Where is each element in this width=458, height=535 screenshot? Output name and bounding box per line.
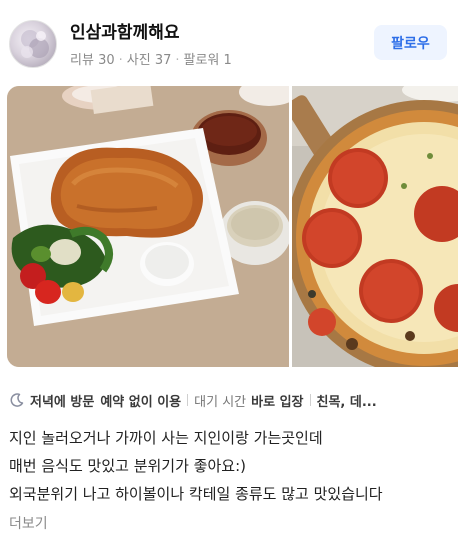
- review-line: 매번 음식도 맛있고 분위기가 좋아요:): [9, 457, 246, 475]
- food-photo-pork-cutlet[interactable]: [7, 86, 289, 367]
- tag-divider: [187, 394, 189, 406]
- follower-count-label: 팔로워: [183, 53, 220, 68]
- avatar[interactable]: [9, 20, 57, 68]
- photo-count: 37: [154, 53, 172, 68]
- reviewer-name[interactable]: 인삼과함께해요: [70, 18, 179, 43]
- tag-divider: [309, 394, 311, 406]
- visit-time-tag: 저녁에 방문: [30, 394, 95, 410]
- reservation-tag: 예약 없이 이용: [100, 394, 182, 410]
- review-line: 외국분위기 나고 하이볼이나 칵테일 종류도 많고 맛있습니다: [9, 485, 383, 503]
- reviewer-stats: 리뷰 30 · 사진 37 · 팔로워 1: [70, 49, 232, 68]
- review-line: 지인 놀러오거나 가까이 사는 지인이랑 가는곳인데: [9, 429, 323, 447]
- moon-icon: [9, 392, 25, 408]
- photo-gallery: [7, 86, 458, 367]
- review-count: 30: [98, 53, 115, 68]
- purpose-tag: 친목, 데...: [316, 394, 377, 410]
- follower-count: 1: [223, 53, 232, 68]
- review-text: 지인 놀러오거나 가까이 사는 지인이랑 가는곳인데 매번 음식도 맛있고 분위…: [9, 424, 454, 508]
- food-photo-pepperoni-pizza[interactable]: [292, 86, 458, 367]
- wait-time-value: 바로 입장: [251, 394, 304, 410]
- follow-button[interactable]: 팔로우: [374, 25, 447, 60]
- review-count-label: 리뷰: [70, 53, 94, 68]
- visit-info-tags: 저녁에 방문 예약 없이 이용 대기 시간 바로 입장 친목, 데...: [9, 389, 458, 411]
- stat-separator: ·: [175, 53, 180, 68]
- stat-separator: ·: [118, 53, 123, 68]
- wait-time-label: 대기 시간: [194, 394, 247, 410]
- review-header: 인삼과함께해요 리뷰 30 · 사진 37 · 팔로워 1 팔로우: [0, 0, 458, 86]
- photo-count-label: 사진: [126, 53, 151, 68]
- more-link[interactable]: 더보기: [9, 513, 48, 533]
